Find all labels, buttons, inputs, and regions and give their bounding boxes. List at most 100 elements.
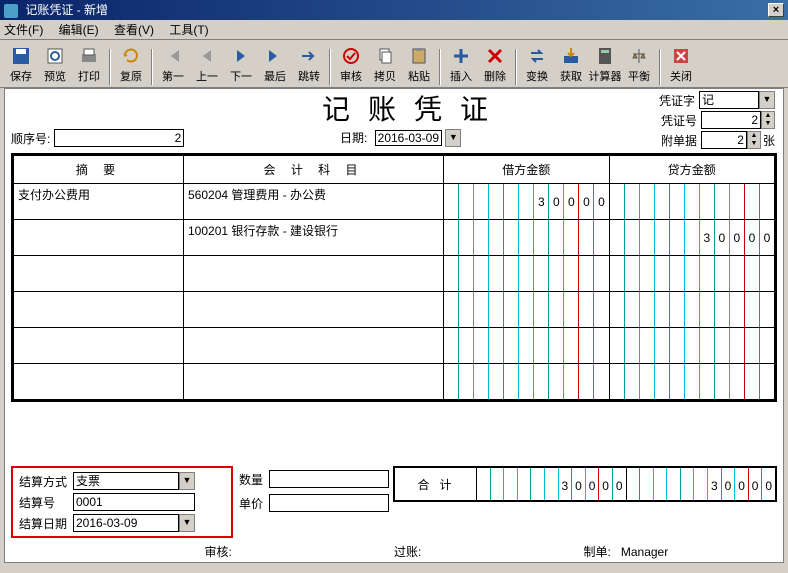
price-label: 单价 — [239, 495, 269, 512]
restore-button[interactable]: 复原 — [114, 43, 148, 85]
price-input[interactable] — [269, 494, 389, 512]
cell-summary[interactable] — [14, 364, 184, 400]
attach-input[interactable]: 2 — [701, 131, 747, 149]
qty-input[interactable] — [269, 470, 389, 488]
next-button[interactable]: 下一 — [224, 43, 258, 85]
insert-button[interactable]: 插入 — [444, 43, 478, 85]
fetch-button[interactable]: 获取 — [554, 43, 588, 85]
date-input[interactable]: 2016-03-09 — [375, 130, 442, 146]
settle-method-input[interactable]: 支票 — [73, 472, 179, 490]
cell-debit[interactable] — [444, 364, 610, 400]
last-button[interactable]: 最后 — [258, 43, 292, 85]
settle-method-label: 结算方式 — [19, 473, 73, 490]
cell-debit[interactable] — [444, 256, 610, 292]
col-debit: 借方金额 — [444, 156, 610, 184]
cell-subject[interactable]: 100201 银行存款 - 建设银行 — [184, 220, 444, 256]
total-credit: 30000 — [627, 468, 776, 500]
cell-subject[interactable]: 560204 管理费用 - 办公费 — [184, 184, 444, 220]
cell-credit[interactable] — [609, 292, 775, 328]
close-button[interactable]: 关闭 — [664, 43, 698, 85]
voucher-table: 摘 要 会 计 科 目 借方金额 贷方金额 支付办公费用560204 管理费用 … — [11, 153, 777, 402]
table-row[interactable]: 支付办公费用560204 管理费用 - 办公费30000 — [14, 184, 775, 220]
paste-button[interactable]: 粘贴 — [402, 43, 436, 85]
cell-subject[interactable] — [184, 256, 444, 292]
cell-credit[interactable] — [609, 256, 775, 292]
cell-debit[interactable] — [444, 292, 610, 328]
statusbar: 审核: 过账: 制单: Manager — [5, 543, 783, 560]
seq-label: 顺序号: — [11, 130, 50, 147]
voucher-word-input[interactable]: 记 — [699, 91, 759, 109]
attach-unit: 张 — [763, 132, 775, 149]
maker-value: Manager — [621, 545, 668, 559]
preview-button[interactable]: 预览 — [38, 43, 72, 85]
copy-button[interactable]: 拷贝 — [368, 43, 402, 85]
chevron-down-icon[interactable]: ▼ — [179, 514, 195, 532]
col-credit: 贷方金额 — [609, 156, 775, 184]
voucher-no-spinner[interactable]: ▲▼ — [761, 111, 775, 129]
voucher-word-label: 凭证字 — [649, 92, 695, 109]
first-button[interactable]: 第一 — [156, 43, 190, 85]
cell-credit[interactable] — [609, 364, 775, 400]
table-row[interactable] — [14, 256, 775, 292]
convert-button[interactable]: 变换 — [520, 43, 554, 85]
settle-date-input[interactable]: 2016-03-09 — [73, 514, 179, 532]
menu-view[interactable]: 查看(V) — [114, 23, 154, 37]
table-row[interactable] — [14, 328, 775, 364]
print-button[interactable]: 打印 — [72, 43, 106, 85]
cell-debit[interactable]: 30000 — [444, 184, 610, 220]
settlement-panel: 结算方式 支票 ▼ 结算号 0001 结算日期 2016-03-09 ▼ — [11, 466, 233, 538]
menu-tool[interactable]: 工具(T) — [169, 23, 208, 37]
audit-button[interactable]: 审核 — [334, 43, 368, 85]
voucher-no-input[interactable]: 2 — [701, 111, 761, 129]
table-row[interactable]: 100201 银行存款 - 建设银行 30000 — [14, 220, 775, 256]
cell-credit[interactable]: 30000 — [609, 220, 775, 256]
menu-file[interactable]: 文件(F) — [4, 23, 43, 37]
cell-subject[interactable] — [184, 364, 444, 400]
cell-debit[interactable] — [444, 328, 610, 364]
col-summary: 摘 要 — [14, 156, 184, 184]
chevron-down-icon[interactable]: ▼ — [179, 472, 195, 490]
cell-summary[interactable] — [14, 256, 184, 292]
cell-debit[interactable] — [444, 220, 610, 256]
cell-subject[interactable] — [184, 328, 444, 364]
delete-button[interactable]: 删除 — [478, 43, 512, 85]
attach-spinner[interactable]: ▲▼ — [747, 131, 761, 149]
voucher-header-right: 凭证字 记 ▼ 凭证号 2 ▲▼ 附单据 2 ▲▼ 张 — [649, 91, 775, 151]
total-debit: 30000 — [477, 468, 627, 500]
voucher-no-label: 凭证号 — [651, 112, 697, 129]
post-label: 过账: — [394, 543, 584, 560]
close-icon[interactable]: × — [768, 3, 784, 17]
cell-summary[interactable]: 支付办公费用 — [14, 184, 184, 220]
cell-summary[interactable] — [14, 220, 184, 256]
toolbar: 保存 预览 打印 复原 第一 上一 下一 最后 跳转 审核 拷贝 粘贴 插入 删… — [0, 40, 788, 88]
doc-title: 记账凭证 — [211, 88, 617, 128]
total-row: 合计 30000 30000 — [393, 466, 777, 502]
cell-credit[interactable] — [609, 328, 775, 364]
attach-label: 附单据 — [651, 132, 697, 149]
audit-label: 审核: — [205, 543, 395, 560]
save-button[interactable]: 保存 — [4, 43, 38, 85]
calc-button[interactable]: 计算器 — [588, 43, 622, 85]
balance-button[interactable]: 平衡 — [622, 43, 656, 85]
jump-button[interactable]: 跳转 — [292, 43, 326, 85]
table-row[interactable] — [14, 292, 775, 328]
menubar: 文件(F) 编辑(E) 查看(V) 工具(T) — [0, 20, 788, 40]
settle-date-label: 结算日期 — [19, 515, 73, 532]
cell-credit[interactable] — [609, 184, 775, 220]
qty-label: 数量 — [239, 471, 269, 488]
qty-panel: 数量 单价 — [239, 466, 389, 512]
chevron-down-icon[interactable]: ▼ — [759, 91, 775, 109]
col-subject: 会 计 科 目 — [184, 156, 444, 184]
table-row[interactable] — [14, 364, 775, 400]
cell-summary[interactable] — [14, 292, 184, 328]
content-area: 凭证字 记 ▼ 凭证号 2 ▲▼ 附单据 2 ▲▼ 张 记账凭证 顺序号: 2 … — [4, 88, 784, 563]
settle-no-input[interactable]: 0001 — [73, 493, 195, 511]
seq-input[interactable]: 2 — [54, 129, 184, 147]
app-icon — [4, 4, 18, 18]
prev-button[interactable]: 上一 — [190, 43, 224, 85]
menu-edit[interactable]: 编辑(E) — [59, 23, 99, 37]
chevron-down-icon[interactable]: ▼ — [445, 129, 461, 147]
cell-summary[interactable] — [14, 328, 184, 364]
cell-subject[interactable] — [184, 292, 444, 328]
total-label: 合计 — [395, 468, 477, 500]
